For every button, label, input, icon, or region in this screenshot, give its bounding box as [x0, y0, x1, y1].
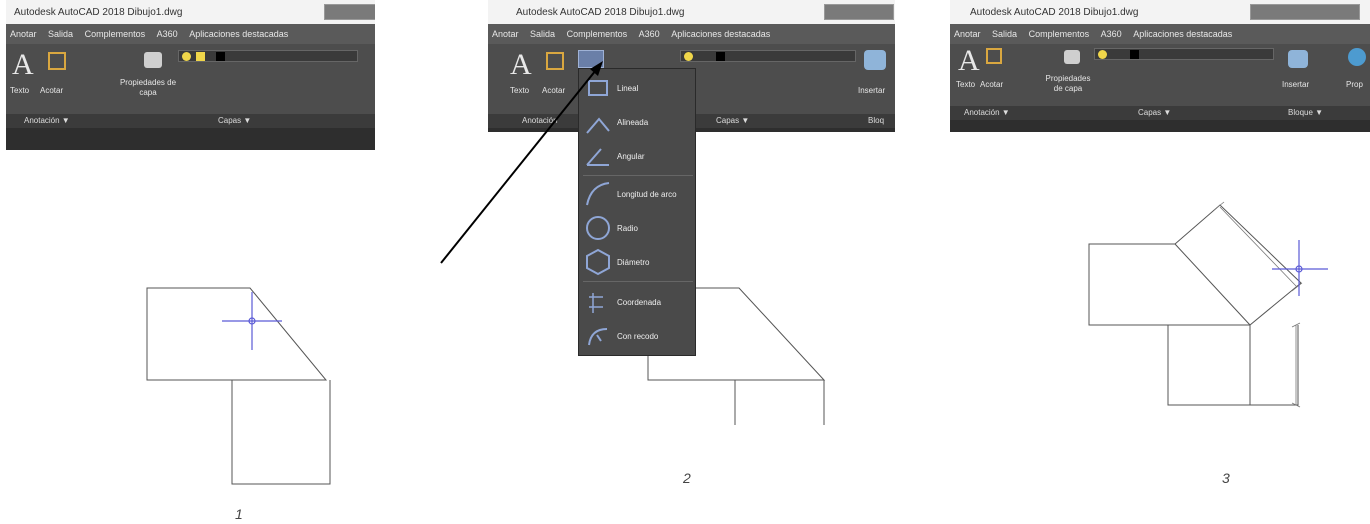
- linear-dimension: [1291, 322, 1301, 408]
- caption-2: 2: [683, 470, 691, 486]
- pointer-arrow: [440, 61, 603, 264]
- drawing-2-shape: [647, 287, 826, 425]
- drawing-canvas: [146, 61, 1328, 485]
- drawing-3-shape: [1088, 204, 1302, 406]
- crosshair-cursor: [1272, 240, 1328, 296]
- drawing-1-shape: [146, 287, 331, 485]
- caption-1: 1: [235, 506, 243, 522]
- aligned-dimension: [1213, 201, 1303, 292]
- crosshair-cursor: [222, 292, 282, 350]
- caption-3: 3: [1222, 470, 1230, 486]
